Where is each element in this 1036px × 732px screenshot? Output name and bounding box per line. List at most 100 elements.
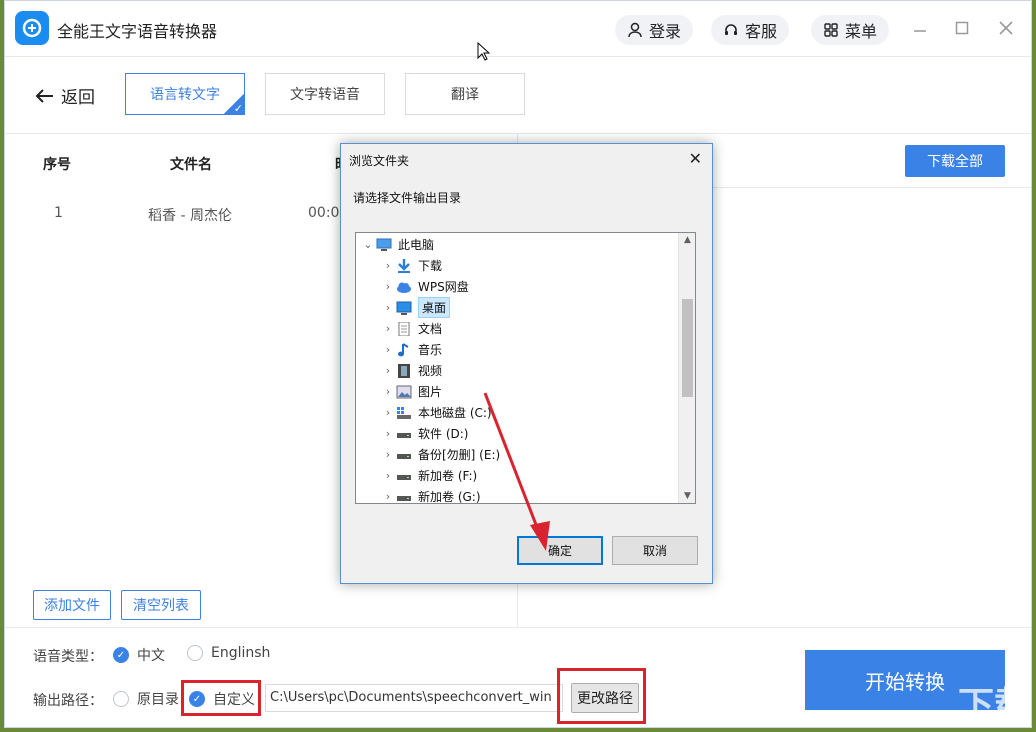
tree-label: 音乐 — [418, 343, 443, 357]
radio-unchecked-icon — [113, 691, 129, 707]
music-icon — [396, 342, 412, 357]
tree-label: 桌面 — [418, 297, 451, 318]
tree-label: 新加卷 (F:) — [418, 469, 478, 483]
headset-icon — [725, 24, 737, 35]
video-icon — [396, 363, 412, 378]
output-path-label: 输出路径： — [33, 693, 103, 709]
clear-list-button[interactable]: 清空列表 — [121, 590, 201, 620]
tab-label: 语言转文字 — [150, 87, 220, 103]
header-filename: 文件名 — [170, 157, 212, 173]
cancel-button[interactable]: 取消 — [612, 536, 698, 565]
tree-label: 软件 (D:) — [418, 427, 469, 441]
radio-label: 原目录 — [137, 692, 179, 708]
tree-item-downloads[interactable]: › 下载 — [380, 255, 442, 276]
close-icon[interactable] — [995, 17, 1017, 39]
tab-label: 翻译 — [451, 87, 479, 103]
minimize-icon[interactable] — [909, 17, 931, 39]
download-icon — [396, 258, 412, 273]
title-bar: 全能王文字语音转换器 登录 客服 菜单 — [5, 1, 1031, 57]
voice-type-label: 语音类型： — [33, 649, 103, 665]
cloud-icon — [396, 280, 412, 294]
output-path-field[interactable]: C:\Users\pc\Documents\speechconvert_win — [265, 684, 563, 712]
radio-label: Englinsh — [211, 645, 271, 661]
menu-button[interactable]: 菜单 — [811, 15, 890, 45]
tab-text-to-speech[interactable]: 文字转语音 — [265, 73, 385, 115]
tree-item-drive-d[interactable]: › 软件 (D:) — [380, 423, 469, 444]
download-all-button[interactable]: 下载全部 — [905, 145, 1005, 177]
tab-label: 文字转语音 — [290, 87, 360, 103]
document-icon — [396, 321, 412, 336]
chevron-down-icon: ⌄ — [363, 238, 373, 251]
user-icon — [628, 22, 642, 38]
grid-icon — [824, 23, 838, 37]
back-label: 返回 — [61, 88, 95, 108]
chevron-right-icon: › — [385, 406, 391, 419]
watermark: 下载 — [957, 685, 1030, 726]
tree-item-wps-cloud[interactable]: › WPS网盘 — [380, 276, 469, 297]
chevron-right-icon: › — [385, 343, 391, 356]
tree-label: WPS网盘 — [418, 280, 469, 294]
chevron-right-icon: › — [385, 322, 391, 335]
login-label: 登录 — [649, 22, 682, 41]
drive-icon — [396, 490, 412, 504]
mouse-cursor-icon — [477, 42, 491, 61]
drive-icon — [396, 469, 412, 483]
chevron-right-icon: › — [385, 385, 391, 398]
tree-item-pictures[interactable]: › 图片 — [380, 381, 442, 402]
chevron-right-icon: › — [385, 448, 391, 461]
app-logo-icon — [15, 11, 49, 45]
scroll-down-icon[interactable]: ▼ — [679, 491, 695, 501]
tab-speech-to-text[interactable]: 语言转文字 ✓ — [125, 73, 245, 115]
tree-label: 此电脑 — [398, 238, 435, 252]
service-button[interactable]: 客服 — [711, 15, 790, 45]
radio-label: 中文 — [137, 648, 165, 664]
tree-label: 图片 — [418, 385, 443, 399]
radio-checked-icon: ✓ — [113, 647, 129, 663]
drive-icon — [396, 427, 412, 441]
picture-icon — [396, 385, 412, 399]
row-index: 1 — [54, 205, 63, 221]
tree-item-this-pc[interactable]: ⌄ 此电脑 — [360, 234, 434, 255]
login-button[interactable]: 登录 — [615, 15, 694, 45]
chevron-right-icon: › — [385, 490, 391, 503]
tab-translate[interactable]: 翻译 — [405, 73, 525, 115]
chevron-right-icon: › — [385, 301, 391, 314]
back-button[interactable]: 返回 — [35, 83, 95, 108]
chevron-right-icon: › — [385, 259, 391, 272]
radio-english[interactable]: Englinsh — [187, 645, 270, 661]
scrollbar-thumb[interactable] — [682, 299, 693, 397]
tree-item-videos[interactable]: › 视频 — [380, 360, 442, 381]
tree-label: 视频 — [418, 364, 443, 378]
tree-item-music[interactable]: › 音乐 — [380, 339, 442, 360]
tree-item-drive-g[interactable]: › 新加卷 (G:) — [380, 486, 481, 504]
options-bar: 语音类型： ✓ 中文 Englinsh 输出路径： 原目录 ✓ 自定义 C:\U… — [5, 627, 1031, 729]
dialog-title: 浏览文件夹 — [349, 154, 410, 168]
radio-original-dir[interactable]: 原目录 — [113, 689, 179, 709]
app-title: 全能王文字语音转换器 — [57, 22, 218, 41]
tree-label: 下载 — [418, 259, 443, 273]
tree-scrollbar[interactable]: ▲ ▼ — [678, 233, 695, 503]
tree-label: 文档 — [418, 322, 443, 336]
annotation-arrow-icon — [483, 392, 550, 551]
close-icon[interactable]: ✕ — [689, 149, 702, 168]
computer-icon — [376, 238, 392, 252]
radio-unchecked-icon — [187, 645, 203, 661]
tree-item-documents[interactable]: › 文档 — [380, 318, 442, 339]
arrow-left-icon — [35, 88, 53, 103]
service-label: 客服 — [745, 22, 778, 41]
radio-chinese[interactable]: ✓ 中文 — [113, 645, 165, 665]
checkmark-icon: ✓ — [223, 93, 245, 115]
dialog-prompt: 请选择文件输出目录 — [353, 191, 462, 205]
highlight-box-change-path — [557, 668, 646, 724]
header-index: 序号 — [43, 157, 71, 173]
tree-item-desktop[interactable]: › 桌面 — [380, 297, 451, 318]
add-file-button[interactable]: 添加文件 — [33, 590, 111, 620]
chevron-right-icon: › — [385, 469, 391, 482]
tree-item-drive-f[interactable]: › 新加卷 (F:) — [380, 465, 477, 486]
chevron-right-icon: › — [385, 427, 391, 440]
menu-label: 菜单 — [845, 22, 878, 41]
chevron-right-icon: › — [385, 280, 391, 293]
maximize-icon[interactable] — [951, 17, 973, 39]
drive-icon — [396, 448, 412, 462]
scroll-up-icon[interactable]: ▲ — [679, 235, 695, 245]
